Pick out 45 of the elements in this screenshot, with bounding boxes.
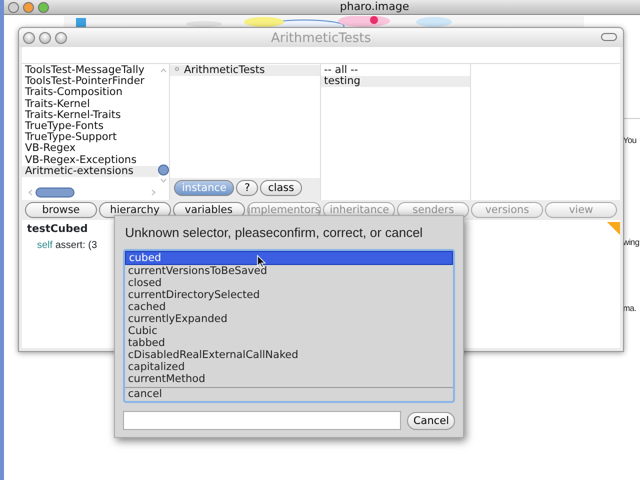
- toolbar-button[interactable]: browse: [25, 202, 97, 218]
- input-field[interactable]: [123, 411, 401, 430]
- close-button[interactable]: [8, 2, 19, 12]
- minimize-button[interactable]: [23, 2, 34, 12]
- selector-option[interactable]: cubed: [125, 251, 453, 265]
- window-title: pharo.image: [338, 0, 410, 14]
- selector-option[interactable]: cached: [125, 301, 453, 313]
- side-button[interactable]: class: [260, 180, 302, 196]
- window-control-button[interactable]: [39, 32, 51, 44]
- package-item[interactable]: ToolsTest-PointerFinder: [22, 76, 159, 88]
- class-item[interactable]: ArithmeticTests: [170, 65, 320, 76]
- zoom-button[interactable]: [38, 2, 49, 12]
- cancel-button[interactable]: Cancel: [407, 412, 455, 430]
- package-item[interactable]: Traits-Kernel: [22, 98, 159, 110]
- background-text: You: [623, 134, 636, 147]
- category-item[interactable]: testing: [321, 76, 470, 88]
- package-item[interactable]: TrueType-Fonts: [22, 121, 159, 132]
- toolbar-toggle-button[interactable]: [601, 33, 617, 41]
- selector-option[interactable]: currentDirectorySelected: [125, 289, 453, 301]
- window-control-button[interactable]: [55, 32, 67, 44]
- dialog-title: Unknown selector, pleaseconfirm, correct, or cancel: [125, 224, 423, 241]
- window-control-button[interactable]: [23, 32, 35, 44]
- package-item[interactable]: TrueType-Support: [22, 132, 159, 144]
- selector-option[interactable]: closed: [125, 277, 453, 289]
- package-item[interactable]: Traits-Kernel-Traits: [22, 110, 159, 122]
- side-button[interactable]: ?: [236, 180, 258, 196]
- selector-option[interactable]: cDisabledRealExternalCallNaked: [125, 349, 453, 361]
- selector-option[interactable]: tabbed: [125, 337, 453, 349]
- code-line: self assert: (3: [37, 238, 98, 253]
- selector-option[interactable]: currentVersionsToBeSaved: [125, 265, 453, 277]
- method-name: testCubed: [27, 222, 88, 237]
- cancel-option[interactable]: cancel: [125, 387, 453, 400]
- selector-option[interactable]: currentMethod: [125, 373, 453, 385]
- package-item[interactable]: Traits-Composition: [22, 87, 159, 99]
- package-item[interactable]: VB-Regex: [22, 143, 159, 155]
- cursor-icon: [257, 255, 266, 268]
- window-title: ArithmeticTests: [270, 30, 372, 48]
- selector-option[interactable]: Cubic: [125, 325, 453, 337]
- corner-flag-icon: [607, 222, 620, 235]
- package-item[interactable]: VB-Regex-Exceptions: [22, 154, 159, 166]
- selector-option[interactable]: currentlyExpanded: [125, 313, 453, 325]
- package-item[interactable]: Aritmetic-extensions: [22, 166, 159, 178]
- package-item[interactable]: ToolsTest-MessageTally: [22, 65, 159, 76]
- category-item[interactable]: -- all --: [321, 65, 470, 76]
- selector-option[interactable]: capitalized: [125, 361, 453, 373]
